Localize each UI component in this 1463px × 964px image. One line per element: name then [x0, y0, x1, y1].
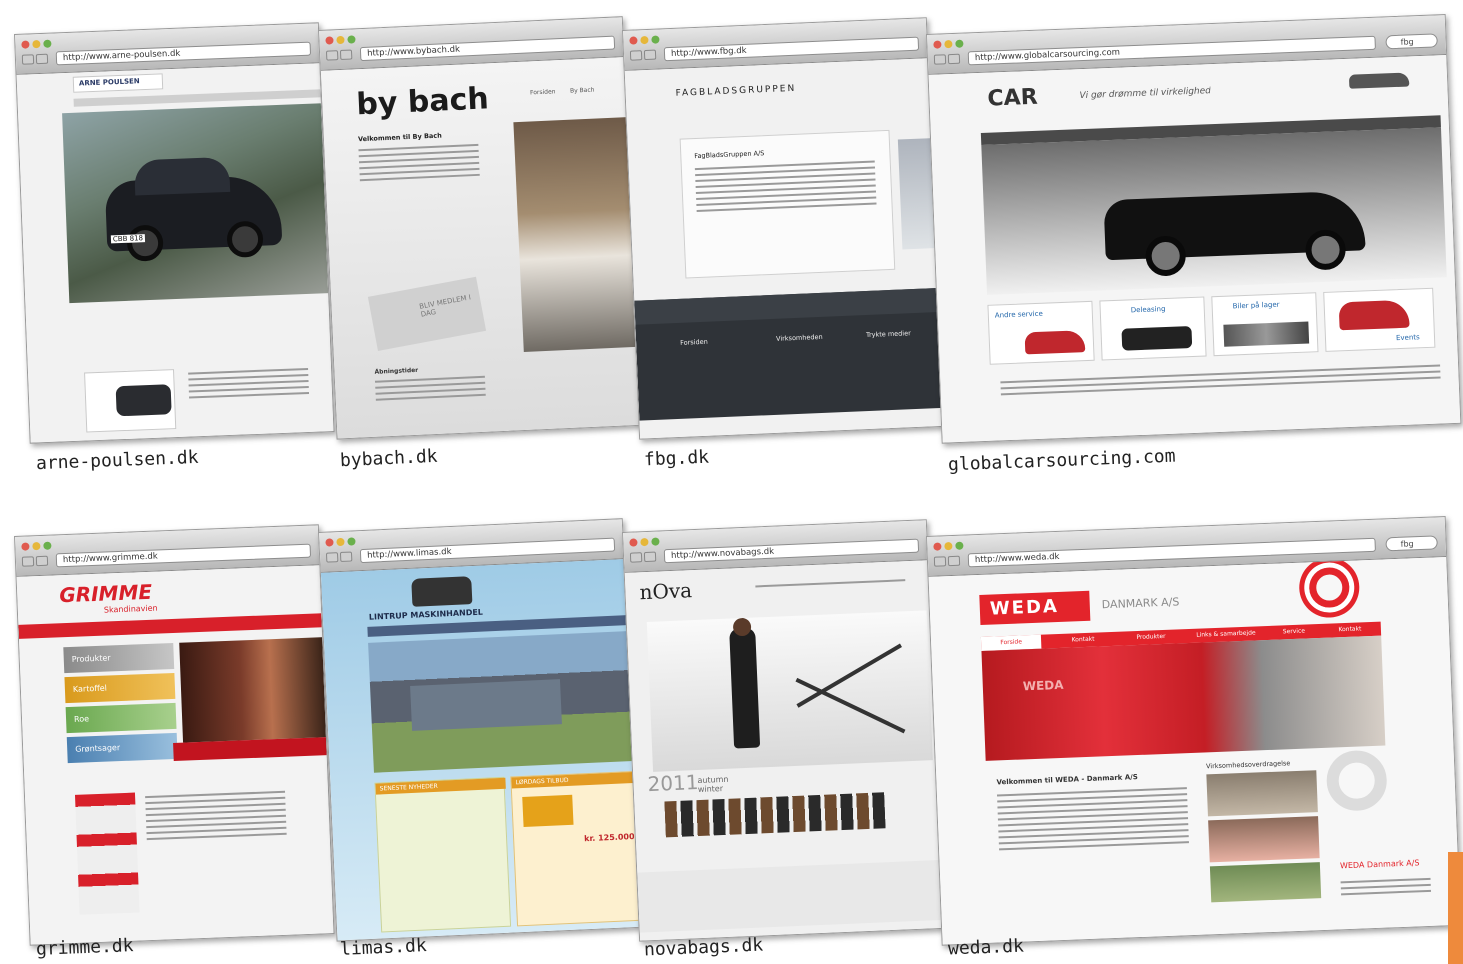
browser-window-novabags: http://www.novabags.dk nOva 2011 autumn … — [622, 519, 944, 942]
site-sublogo: Skandinavien — [103, 603, 158, 615]
browser-window-bybach: http://www.bybach.dk by bach Forsiden By… — [318, 16, 642, 440]
nav-buttons[interactable] — [629, 49, 657, 61]
caption-globalcarsourcing: globalcarsourcing.com — [947, 445, 1176, 476]
model-photo — [646, 610, 933, 772]
window-controls[interactable] — [629, 35, 660, 45]
product-menu: Produkter Kartoffel Roe Grøntsager — [63, 642, 188, 768]
showcase-stage: { "browser": {"search_field": "fbg"}, "p… — [0, 0, 1463, 964]
dark-footer: Forsiden Virksomheden Trykte medier — [634, 287, 943, 421]
news-box-title: SENESTE NYHEDER — [375, 777, 506, 795]
caption-weda: weda.dk — [947, 935, 1025, 960]
caption-bybach: bybach.dk — [339, 445, 438, 472]
nav-buttons[interactable] — [933, 555, 961, 567]
browser-window-fbg: http://www.fbg.dk FAGBLADSGRUPPEN FagBla… — [622, 17, 944, 440]
bag-grid[interactable] — [664, 792, 886, 838]
nav-item[interactable]: By Bach — [570, 87, 595, 95]
window-controls[interactable] — [21, 39, 52, 49]
target-graphic — [1308, 566, 1351, 609]
nav-buttons[interactable] — [21, 53, 49, 65]
footer-col[interactable]: Forsiden — [680, 338, 708, 347]
address-bar[interactable]: http://www.bybach.dk — [359, 35, 616, 62]
site-logo: nOva — [639, 578, 693, 605]
people-photo — [179, 636, 333, 743]
site-logo: LINTRUP MASKINHANDEL — [368, 607, 484, 622]
caption-novabags: novabags.dk — [643, 934, 764, 961]
caption-fbg: fbg.dk — [643, 446, 710, 471]
browser-window-arne-poulsen: http://www.arne-poulsen.dk ARNE POULSEN … — [14, 22, 335, 444]
address-bar[interactable]: http://www.fbg.dk — [663, 36, 920, 62]
site-bybach: by bach Forsiden By Bach Velkommen til B… — [320, 57, 641, 439]
promo-title[interactable]: Deleasing — [1131, 305, 1166, 314]
welcome-heading: Velkommen til WEDA - Danmark A/S — [996, 773, 1138, 787]
site-weda: WEDA DANMARK A/S Forside Kontakt Produkt… — [928, 557, 1461, 945]
offer-box-title: LØRDAGS TILBUD — [511, 771, 641, 789]
window-controls[interactable] — [933, 39, 964, 49]
collection-name: autumn winter — [697, 774, 729, 795]
building-photo — [368, 630, 640, 773]
side-box-title: Virksomhedsoverdragelse — [1205, 759, 1291, 771]
license-plate: CBB 818 — [110, 234, 146, 244]
nav-buttons[interactable] — [933, 53, 961, 65]
site-grimme: GRIMME Skandinavien Produkter Kartoffel … — [16, 565, 334, 945]
footer-col[interactable]: Trykte medier — [866, 329, 911, 339]
address-bar[interactable]: http://www.arne-poulsen.dk — [55, 41, 312, 66]
promo-title[interactable]: Biler på lager — [1233, 301, 1280, 311]
search-field[interactable]: fbg — [1385, 535, 1438, 552]
site-logo: by bach — [355, 81, 490, 123]
collection-year: 2011 — [647, 770, 699, 797]
site-logo: CAR — [987, 84, 1039, 112]
car-hero-image: CBB 818 — [62, 103, 334, 304]
menu-item[interactable]: Produkter — [72, 653, 111, 663]
caption-limas: limas.dk — [339, 935, 428, 960]
tank-label: WEDA — [1022, 677, 1064, 694]
tank-photo: WEDA — [981, 635, 1386, 761]
site-fbg: FAGBLADSGRUPPEN FagBladsGruppen A/S Fors… — [624, 58, 943, 439]
address-bar[interactable]: http://www.grimme.dk — [55, 543, 312, 568]
window-controls[interactable] — [325, 35, 356, 45]
browser-window-globalcarsourcing: http://www.globalcarsourcing.com fbg CAR… — [926, 14, 1462, 444]
promo-title[interactable]: Events — [1396, 333, 1420, 342]
browser-window-weda: http://www.weda.dk fbg WEDA DANMARK A/S … — [926, 516, 1462, 946]
footer-col[interactable]: Virksomheden — [776, 333, 823, 343]
site-limas: LINTRUP MASKINHANDEL SENESTE NYHEDER LØR… — [320, 559, 641, 941]
offer-price: kr. 125.000 — [583, 831, 635, 844]
address-bar[interactable]: http://www.novabags.dk — [663, 538, 920, 564]
nav-item[interactable]: Forsiden — [530, 88, 556, 96]
menu-item[interactable]: Grøntsager — [75, 743, 120, 754]
window-controls[interactable] — [325, 537, 356, 547]
browser-window-grimme: http://www.grimme.dk GRIMME Skandinavien… — [14, 524, 335, 946]
site-logo: WEDA — [989, 595, 1060, 620]
company-name: DANMARK A/S — [1101, 595, 1180, 612]
site-arne-poulsen: ARNE POULSEN CBB 818 — [16, 63, 334, 443]
menu-item[interactable]: Roe — [74, 714, 89, 724]
tractor-logo-image — [411, 576, 473, 607]
nav-buttons[interactable] — [21, 555, 49, 567]
orange-edge-tab — [1448, 852, 1463, 964]
car-hero-image — [981, 127, 1447, 295]
menu-item[interactable]: Kartoffel — [73, 684, 107, 694]
caption-grimme: grimme.dk — [35, 935, 134, 960]
footer-brand: WEDA Danmark A/S — [1339, 858, 1420, 871]
tagline: Vi gør drømme til virkelighed — [1079, 86, 1212, 102]
search-field[interactable]: fbg — [1385, 33, 1438, 50]
site-novabags: nOva 2011 autumn winter — [624, 560, 943, 941]
window-controls[interactable] — [629, 537, 660, 547]
nav-buttons[interactable] — [325, 49, 353, 61]
site-globalcarsourcing: CAR Vi gør drømme til virkelighed Andre … — [928, 55, 1461, 443]
site-logo: GRIMME — [58, 579, 153, 608]
nav-buttons[interactable] — [325, 551, 353, 563]
photo-collage — [513, 116, 641, 352]
window-controls[interactable] — [933, 541, 964, 551]
caption-arne-poulsen: arne-poulsen.dk — [35, 446, 199, 475]
nav-buttons[interactable] — [629, 551, 657, 563]
site-logo: FAGBLADSGRUPPEN — [675, 83, 797, 99]
address-bar[interactable]: http://www.limas.dk — [359, 537, 616, 564]
window-controls[interactable] — [21, 541, 52, 551]
promo-title[interactable]: Andre service — [995, 310, 1043, 320]
browser-window-limas: http://www.limas.dk LINTRUP MASKINHANDEL… — [318, 518, 642, 942]
